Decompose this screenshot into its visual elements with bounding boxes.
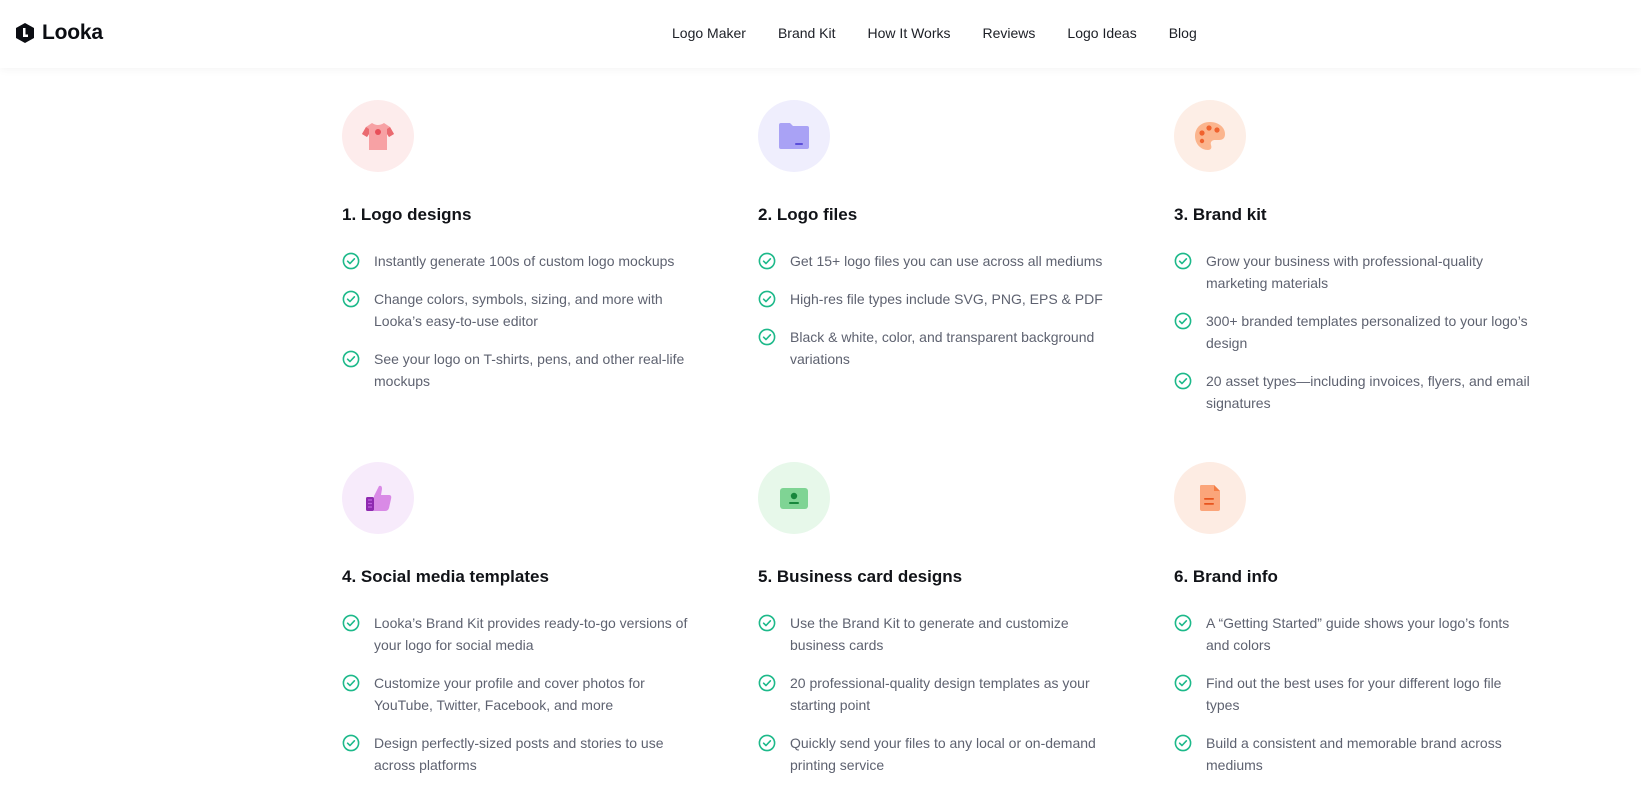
list-item: Instantly generate 100s of custom logo m… xyxy=(342,250,702,272)
list-item: Build a consistent and memorable brand a… xyxy=(1174,732,1534,776)
list-item-text: Grow your business with professional-qua… xyxy=(1206,253,1484,291)
list-item-text: Find out the best uses for your differen… xyxy=(1206,675,1502,713)
nav-logo-maker[interactable]: Logo Maker xyxy=(672,24,746,42)
list-item-text: 300+ branded templates personalized to y… xyxy=(1206,313,1528,351)
feature-list: Use the Brand Kit to generate and custom… xyxy=(758,612,1118,792)
list-item-text: Use the Brand Kit to generate and custom… xyxy=(790,615,1069,653)
feature-list: Grow your business with professional-qua… xyxy=(1174,250,1534,430)
main-nav: Logo Maker Brand Kit How It Works Review… xyxy=(672,24,1197,42)
check-circle-icon xyxy=(758,252,776,270)
feature-list: Instantly generate 100s of custom logo m… xyxy=(342,250,702,408)
list-item: Change colors, symbols, sizing, and more… xyxy=(342,288,702,332)
feature-icon-circle xyxy=(758,462,830,534)
feature-list: A “Getting Started” guide shows your log… xyxy=(1174,612,1534,792)
feature-title: 5. Business card designs xyxy=(758,567,963,586)
list-item-text: Quickly send your files to any local or … xyxy=(790,735,1096,773)
list-item: Quickly send your files to any local or … xyxy=(758,732,1118,776)
check-circle-icon xyxy=(758,328,776,346)
list-item: 20 asset types—including invoices, flyer… xyxy=(1174,370,1534,414)
list-item-text: Design perfectly-sized posts and stories… xyxy=(374,735,664,773)
brand-name: Looka xyxy=(42,21,103,44)
feature-icon-circle xyxy=(1174,462,1246,534)
check-circle-icon xyxy=(342,350,360,368)
looka-logo[interactable]: Looka xyxy=(14,21,103,45)
id-card-icon xyxy=(780,488,808,509)
check-circle-icon xyxy=(342,614,360,632)
palette-icon xyxy=(1195,122,1225,150)
feature-brand-info: 6. Brand info A “Getting Started” guide … xyxy=(1174,462,1534,773)
feature-title: 6. Brand info xyxy=(1174,567,1278,586)
list-item: 20 professional-quality design templates… xyxy=(758,672,1118,716)
folder-icon xyxy=(779,123,809,149)
check-circle-icon xyxy=(342,734,360,752)
looka-mark-icon xyxy=(16,23,34,43)
list-item: Looka’s Brand Kit provides ready-to-go v… xyxy=(342,612,702,656)
nav-logo-ideas[interactable]: Logo Ideas xyxy=(1067,24,1136,42)
list-item: Black & white, color, and transparent ba… xyxy=(758,326,1118,370)
list-item-text: Get 15+ logo files you can use across al… xyxy=(790,253,1103,269)
feature-social-media-templates: 4. Social media templates Looka’s Brand … xyxy=(342,462,702,773)
check-circle-icon xyxy=(758,734,776,752)
check-circle-icon xyxy=(1174,734,1192,752)
nav-blog[interactable]: Blog xyxy=(1169,24,1197,42)
list-item-text: Build a consistent and memorable brand a… xyxy=(1206,735,1502,773)
list-item: Grow your business with professional-qua… xyxy=(1174,250,1534,294)
thumbs-up-icon xyxy=(366,485,392,511)
list-item: See your logo on T-shirts, pens, and oth… xyxy=(342,348,702,392)
list-item-text: 20 asset types—including invoices, flyer… xyxy=(1206,373,1530,411)
check-circle-icon xyxy=(1174,312,1192,330)
list-item: High-res file types include SVG, PNG, EP… xyxy=(758,288,1118,310)
check-circle-icon xyxy=(1174,614,1192,632)
feature-title: 2. Logo files xyxy=(758,205,858,224)
feature-brand-kit: 3. Brand kit Grow your business with pro… xyxy=(1174,100,1534,411)
check-circle-icon xyxy=(342,290,360,308)
nav-reviews[interactable]: Reviews xyxy=(983,24,1036,42)
feature-title: 1. Logo designs xyxy=(342,205,472,224)
list-item: A “Getting Started” guide shows your log… xyxy=(1174,612,1534,656)
tshirt-icon xyxy=(362,123,394,150)
list-item-text: Customize your profile and cover photos … xyxy=(374,675,645,713)
list-item-text: Instantly generate 100s of custom logo m… xyxy=(374,253,675,269)
feature-icon-circle xyxy=(342,100,414,172)
check-circle-icon xyxy=(1174,674,1192,692)
nav-brand-kit[interactable]: Brand Kit xyxy=(778,24,836,42)
check-circle-icon xyxy=(758,614,776,632)
list-item-text: Change colors, symbols, sizing, and more… xyxy=(374,291,663,329)
feature-icon-circle xyxy=(342,462,414,534)
check-circle-icon xyxy=(1174,252,1192,270)
check-circle-icon xyxy=(758,290,776,308)
list-item: Customize your profile and cover photos … xyxy=(342,672,702,716)
list-item-text: See your logo on T-shirts, pens, and oth… xyxy=(374,351,685,389)
feature-logo-files: 2. Logo files Get 15+ logo files you can… xyxy=(758,100,1118,367)
list-item: Design perfectly-sized posts and stories… xyxy=(342,732,702,776)
list-item-text: A “Getting Started” guide shows your log… xyxy=(1206,615,1510,653)
feature-title: 3. Brand kit xyxy=(1174,205,1267,224)
feature-icon-circle xyxy=(1174,100,1246,172)
feature-logo-designs: 1. Logo designs Instantly generate 100s … xyxy=(342,100,702,389)
check-circle-icon xyxy=(758,674,776,692)
list-item: Find out the best uses for your differen… xyxy=(1174,672,1534,716)
feature-icon-circle xyxy=(758,100,830,172)
check-circle-icon xyxy=(342,252,360,270)
feature-business-card-designs: 5. Business card designs Use the Brand K… xyxy=(758,462,1118,773)
feature-list: Get 15+ logo files you can use across al… xyxy=(758,250,1118,386)
feature-list: Looka’s Brand Kit provides ready-to-go v… xyxy=(342,612,702,792)
check-circle-icon xyxy=(1174,372,1192,390)
list-item: Use the Brand Kit to generate and custom… xyxy=(758,612,1118,656)
list-item-text: Black & white, color, and transparent ba… xyxy=(790,329,1095,367)
list-item-text: High-res file types include SVG, PNG, EP… xyxy=(790,291,1103,307)
list-item: Get 15+ logo files you can use across al… xyxy=(758,250,1118,272)
list-item-text: Looka’s Brand Kit provides ready-to-go v… xyxy=(374,615,688,653)
check-circle-icon xyxy=(342,674,360,692)
nav-how-it-works[interactable]: How It Works xyxy=(868,24,951,42)
feature-title: 4. Social media templates xyxy=(342,567,549,586)
site-header: Looka Logo Maker Brand Kit How It Works … xyxy=(0,0,1641,68)
list-item-text: 20 professional-quality design templates… xyxy=(790,675,1090,713)
list-item: 300+ branded templates personalized to y… xyxy=(1174,310,1534,354)
document-icon xyxy=(1200,485,1220,511)
